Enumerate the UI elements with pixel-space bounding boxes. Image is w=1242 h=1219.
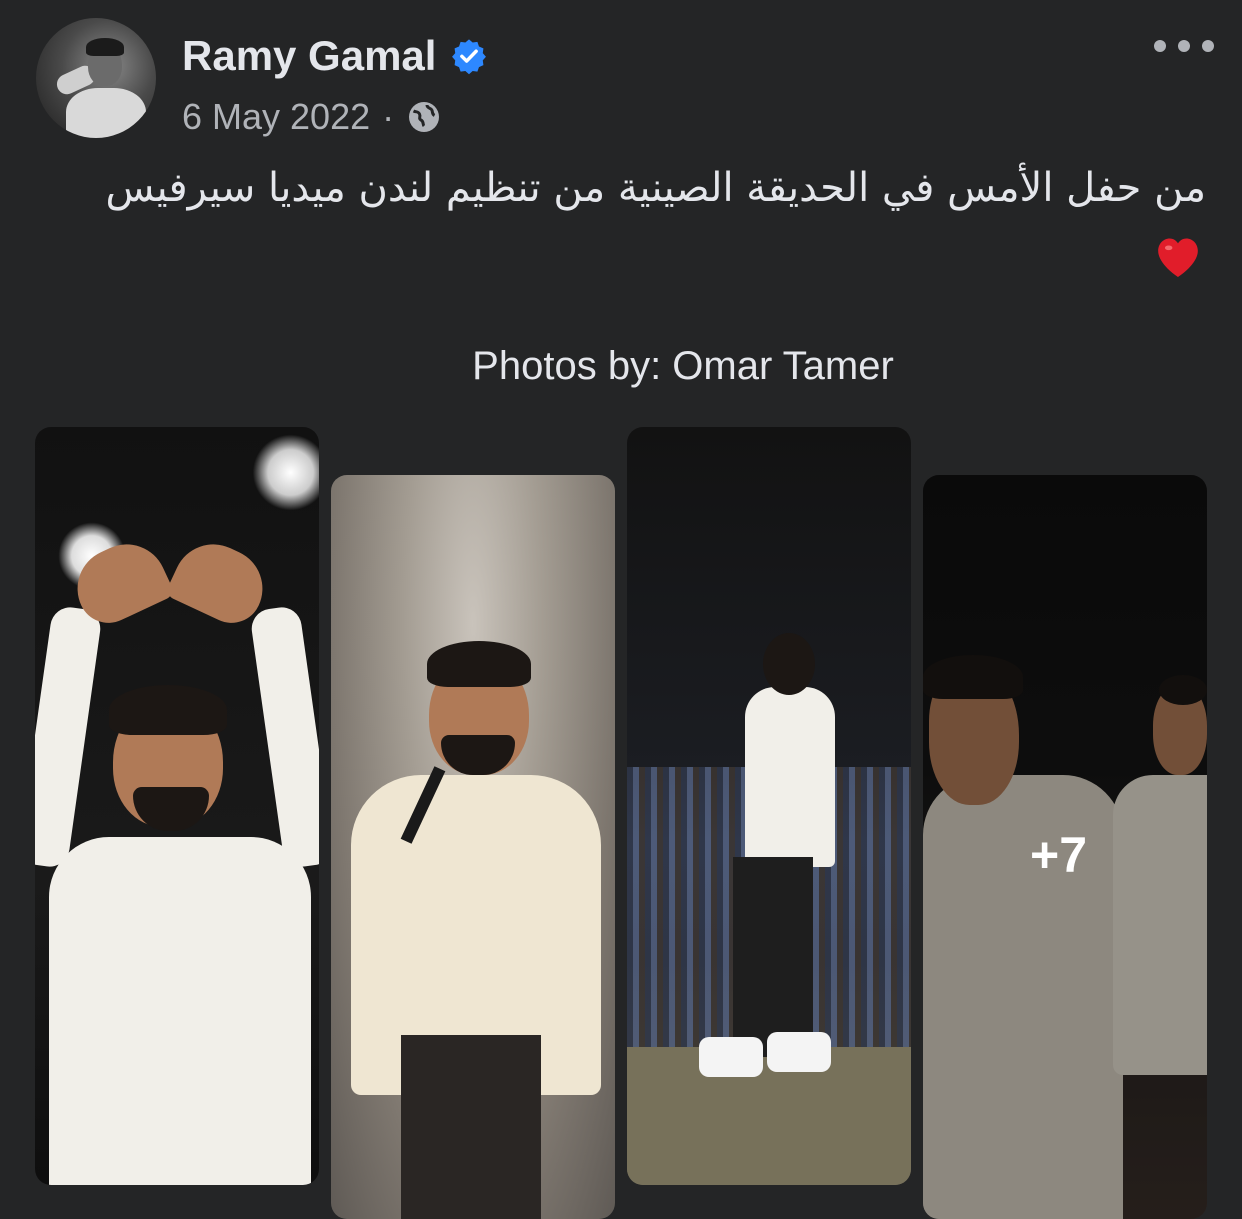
- more-options-icon[interactable]: [1154, 34, 1214, 58]
- heart-emoji-icon: [1158, 238, 1198, 277]
- post-header: Ramy Gamal 6 May 2022 ·: [36, 18, 1216, 148]
- photo-credit: Photos by: Omar Tamer: [472, 344, 894, 388]
- more-photos-count[interactable]: +7: [1030, 826, 1087, 884]
- verified-badge-icon: [452, 39, 487, 75]
- author-name[interactable]: Ramy Gamal: [182, 32, 436, 80]
- post-photo-3[interactable]: [627, 427, 911, 1185]
- author-row: Ramy Gamal: [182, 32, 488, 80]
- post-photo-2[interactable]: [331, 475, 615, 1219]
- post-text: من حفل الأمس في الحديقة الصينية من تنظيم…: [105, 165, 1206, 211]
- post-photo-1[interactable]: [35, 427, 319, 1185]
- post-meta: 6 May 2022 ·: [182, 96, 442, 138]
- meta-separator: ·: [382, 96, 395, 137]
- avatar[interactable]: [36, 18, 156, 138]
- globe-icon: [409, 102, 440, 132]
- post-date[interactable]: 6 May 2022: [182, 96, 370, 138]
